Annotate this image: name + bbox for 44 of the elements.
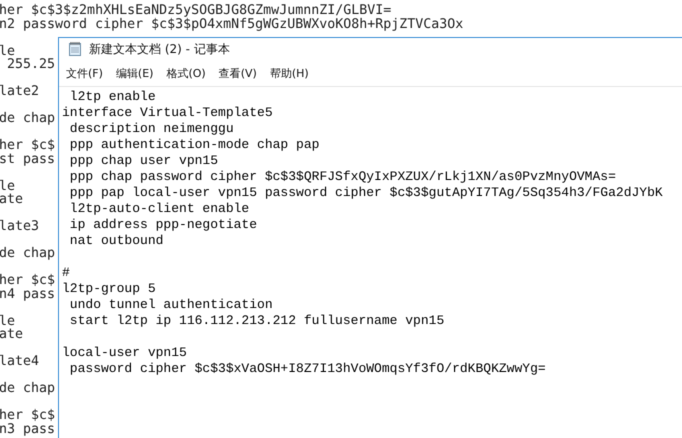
text-line: ppp chap password cipher $c$3$QRFJSfxQyIxPXZUX/rLkj1XN/as0PvzMnyOVMAs= xyxy=(68,169,616,185)
text-line: ppp authentication-mode chap pap xyxy=(68,137,320,153)
terminal-line: ate xyxy=(0,328,24,342)
terminal-line: her $c$ xyxy=(0,409,56,422)
terminal-line: late3 xyxy=(0,220,40,234)
terminal-line: n4 pass xyxy=(0,288,56,301)
notepad-icon xyxy=(67,41,83,57)
terminal-line: de chap xyxy=(0,247,56,260)
menu-item[interactable]: 编辑(E) xyxy=(116,66,160,80)
terminal-line: de chap xyxy=(0,382,56,396)
terminal-line: 255.25 xyxy=(6,58,56,72)
terminal-line: le xyxy=(0,314,16,328)
terminal-line: le xyxy=(0,44,16,58)
text-line: ppp chap user vpn15 xyxy=(68,153,218,169)
text-line: l2tp-group 5 xyxy=(62,281,156,297)
text-line: local-user vpn15 xyxy=(62,345,187,361)
menu-item[interactable]: 格式(O) xyxy=(166,66,212,80)
terminal-line: n2 password cipher $c$3$pO4xmNf5gWGzUBWXvoKO8h+RpjZTVCa3Ox xyxy=(0,18,464,31)
terminal-line: ate xyxy=(0,193,24,206)
text-line: l2tp enable xyxy=(68,89,156,105)
text-line: nat outbound xyxy=(68,233,164,249)
terminal-line: her $c$ xyxy=(0,139,56,152)
text-line: undo tunnel authentication xyxy=(68,297,273,313)
text-line: interface Virtual-Template5 xyxy=(62,105,273,121)
text-line: password cipher $c$3$xVaOSH+I8Z7I13hVoWOmqsYf3fO/rdKBQKZwwYg= xyxy=(68,361,546,377)
text-line: ppp pap local-user vpn15 password cipher $c$3$gutApYI7TAg/5Sq354h3/FGa2dJYbK xyxy=(68,185,663,201)
text-line: description neimenggu xyxy=(68,121,234,137)
terminal-line: st pass xyxy=(0,152,56,166)
text-line: ip address ppp-negotiate xyxy=(68,217,258,233)
terminal-line: her $c$3$z2mhXHLsEaNDz5ySOGBJG8GZmwJumnnZI/GLBVI= xyxy=(0,4,392,18)
terminal-line: le xyxy=(0,180,16,193)
terminal-line: her $c$ xyxy=(0,274,56,288)
menu-item[interactable]: 文件(F) xyxy=(66,66,109,80)
text-line: # xyxy=(62,265,70,281)
text-line: start l2tp ip 116.112.213.212 fullusername vpn15 xyxy=(68,313,444,329)
terminal-line: de chap xyxy=(0,112,56,126)
window-title: 新建文本文档 (2) - 记事本 xyxy=(89,40,230,58)
menu-item[interactable]: 帮助(H) xyxy=(270,66,315,80)
terminal-line: late4 xyxy=(0,355,40,368)
terminal-line: late2 xyxy=(0,85,40,98)
menu-item[interactable]: 查看(V) xyxy=(218,66,263,80)
terminal-line: n3 pass xyxy=(0,422,56,436)
text-line: l2tp-auto-client enable xyxy=(68,201,250,217)
text-area[interactable] xyxy=(59,86,682,377)
